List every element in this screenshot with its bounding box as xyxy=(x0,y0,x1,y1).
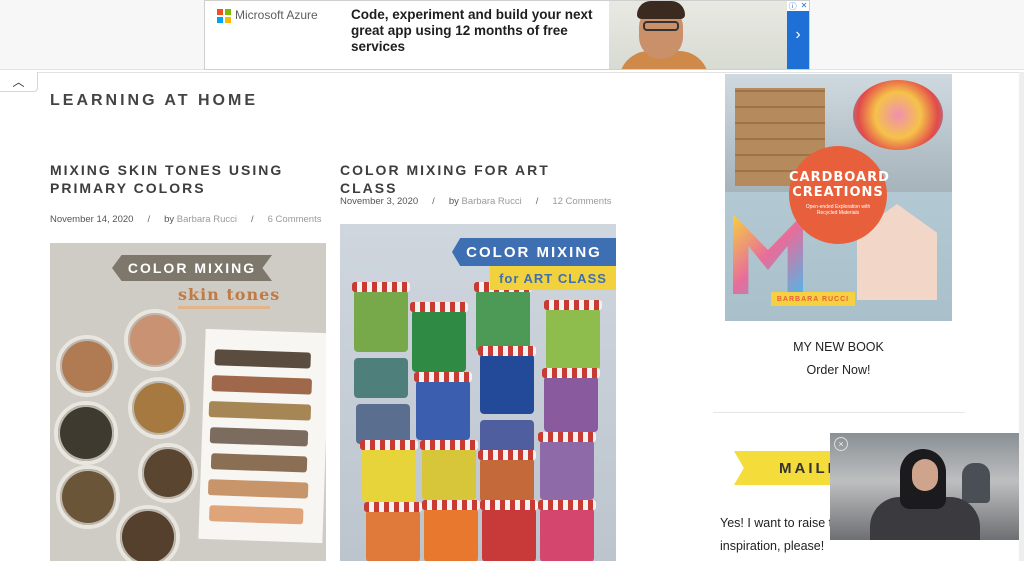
paint-jar xyxy=(360,440,418,502)
ad-photo[interactable] xyxy=(609,1,787,69)
divider xyxy=(713,412,965,413)
image-underline xyxy=(178,306,270,309)
post-date: November 14, 2020 xyxy=(50,214,134,225)
ad-next-arrow-icon[interactable]: › xyxy=(787,1,809,69)
post-by: by xyxy=(164,214,175,225)
floating-video-player[interactable]: × xyxy=(830,433,1019,540)
paint-jar xyxy=(124,309,186,371)
ad-info-bar: ⓘ ✕ xyxy=(787,1,809,11)
paint-jar xyxy=(478,346,536,414)
paint-jar xyxy=(480,500,538,561)
paint-jar xyxy=(410,302,468,372)
paint-jar xyxy=(54,401,118,465)
meta-separator: / xyxy=(147,214,151,225)
microsoft-logo-icon xyxy=(217,9,231,23)
paint-jar xyxy=(56,465,120,529)
book-cover-image[interactable]: CARDBOARD CREATIONS Open-ended Explorati… xyxy=(725,74,952,321)
paint-jar xyxy=(480,420,534,454)
paint-jar xyxy=(474,282,532,352)
ad-headline[interactable]: Code, experiment and build your next gre… xyxy=(351,7,601,55)
post-title[interactable]: COLOR MIXING FOR ART CLASS xyxy=(340,161,600,197)
book-order-link[interactable]: Order Now! xyxy=(725,363,952,377)
image-banner: COLOR MIXING xyxy=(452,238,616,266)
post-author-link[interactable]: Barbara Rucci xyxy=(462,196,522,207)
paint-jar xyxy=(544,300,602,370)
post-image-skin-tones[interactable]: COLOR MIXING skin tones xyxy=(50,243,326,561)
divider xyxy=(38,72,1024,73)
paint-jar xyxy=(116,505,180,561)
meta-separator: / xyxy=(535,196,539,207)
post-by: by xyxy=(448,196,459,207)
book-author: BARBARA RUCCI xyxy=(771,292,855,306)
paint-jar xyxy=(422,500,480,561)
paint-jar xyxy=(478,450,536,502)
section-title: LEARNING AT HOME xyxy=(50,92,258,109)
ad-info-icon[interactable]: ⓘ xyxy=(789,1,797,11)
paint-jar xyxy=(128,377,190,439)
book-title-badge: CARDBOARD CREATIONS Open-ended Explorati… xyxy=(789,146,890,244)
paint-jar xyxy=(354,358,408,398)
video-close-icon[interactable]: × xyxy=(834,437,848,451)
post-meta: November 14, 2020 / by Barbara Rucci / 6 Com… xyxy=(50,214,321,225)
book-title: CARDBOARD CREATIONS xyxy=(789,170,890,200)
post-comments-link[interactable]: 6 Comments xyxy=(268,214,322,225)
post-meta: November 3, 2020 / by Barbara Rucci / 12 Com… xyxy=(340,196,611,207)
ad-brand: Microsoft Azure xyxy=(235,8,318,22)
image-subtitle: skin tones xyxy=(178,285,281,304)
book-subtitle: Open-ended Exploration with Recycled Mat… xyxy=(805,204,871,216)
paint-jar xyxy=(364,502,422,561)
post-date: November 3, 2020 xyxy=(340,196,419,207)
paint-jar xyxy=(538,500,596,561)
post-image-color-mixing[interactable]: COLOR MIXING for ART CLASS xyxy=(340,224,616,561)
paint-jar xyxy=(138,443,198,503)
paint-jar xyxy=(414,372,472,440)
meta-separator: / xyxy=(432,196,435,207)
paint-jar xyxy=(538,432,596,500)
ad-close-icon[interactable]: ✕ xyxy=(801,1,808,11)
meta-separator: / xyxy=(250,214,254,225)
mailing-heading: MAILI xyxy=(779,460,835,477)
scrollbar-track[interactable] xyxy=(1019,72,1024,561)
ad-strip: Microsoft Azure Code, experiment and bui… xyxy=(0,0,1024,70)
paint-jar xyxy=(352,282,410,352)
swatch-paper xyxy=(198,328,326,544)
collapse-chevron-up-icon[interactable]: ︿ xyxy=(0,72,38,92)
ad-banner[interactable]: Microsoft Azure Code, experiment and bui… xyxy=(204,0,810,70)
post-title[interactable]: MIXING SKIN TONES USING PRIMARY COLORS xyxy=(50,161,300,197)
page: Microsoft Azure Code, experiment and bui… xyxy=(0,0,1024,561)
paint-jar xyxy=(420,440,478,500)
image-banner: COLOR MIXING xyxy=(112,255,272,281)
book-label[interactable]: MY NEW BOOK xyxy=(725,340,952,354)
paint-jar xyxy=(356,404,410,444)
paint-jar xyxy=(542,368,600,432)
post-comments-link[interactable]: 12 Comments xyxy=(552,196,611,207)
post-author-link[interactable]: Barbara Rucci xyxy=(177,214,237,225)
image-subtitle: for ART CLASS xyxy=(490,266,616,290)
paint-jar xyxy=(56,335,118,397)
